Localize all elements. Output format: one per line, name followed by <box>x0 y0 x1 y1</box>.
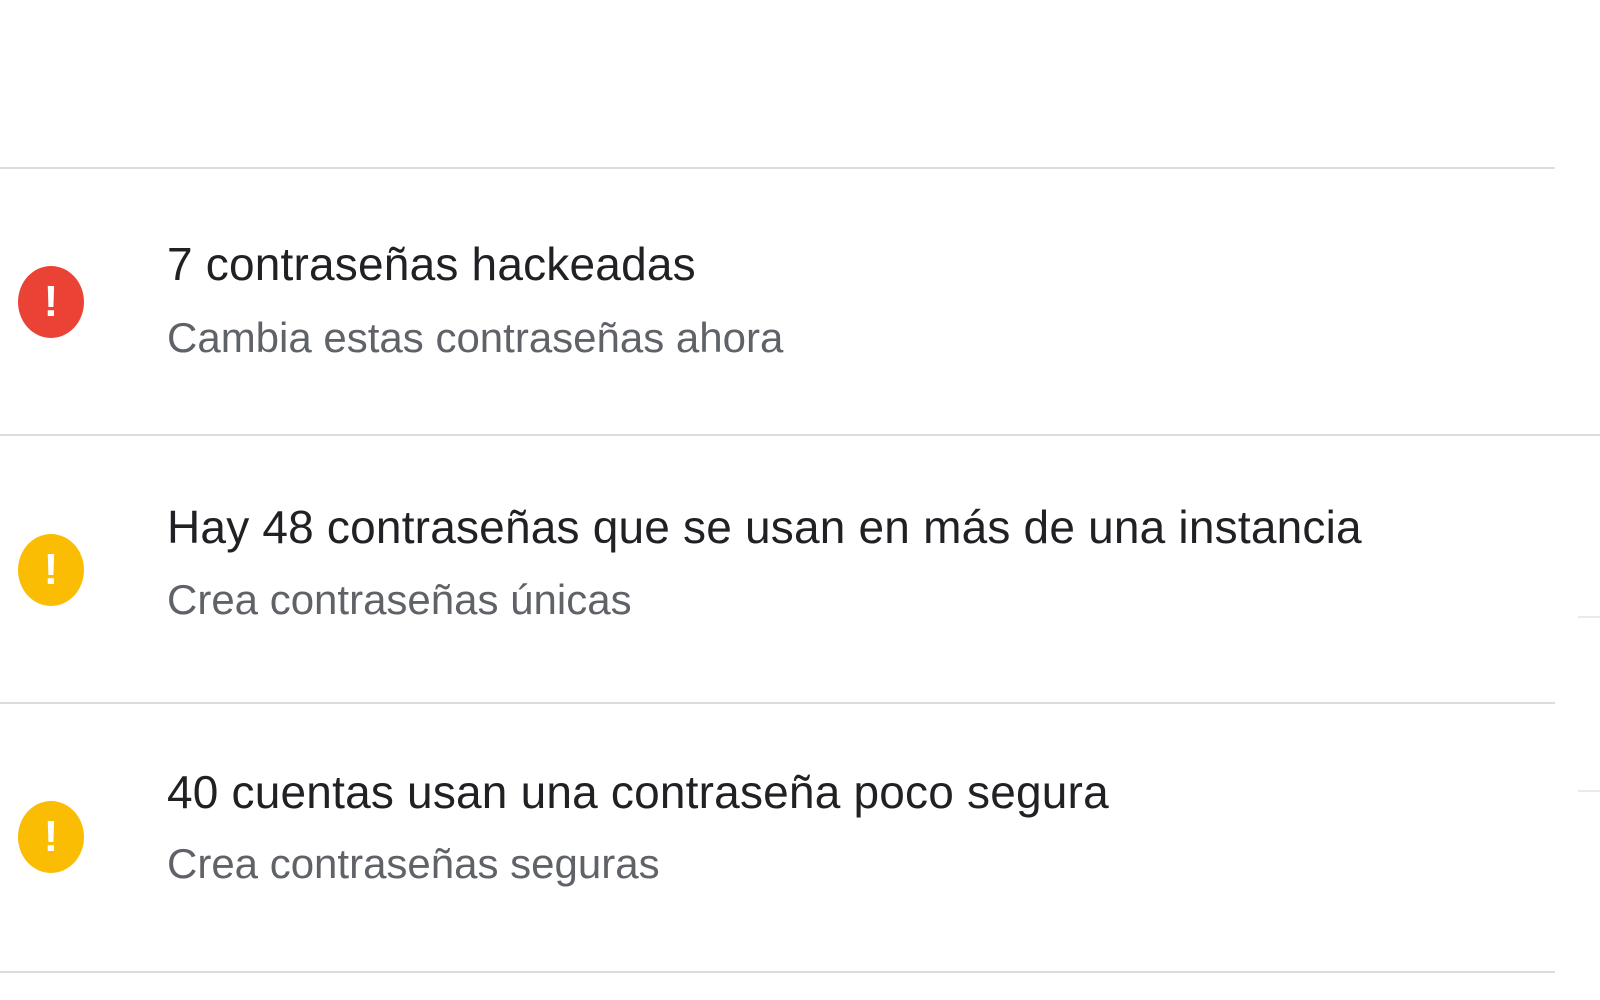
warning-icon: ! <box>18 534 84 606</box>
header-area <box>0 0 1600 168</box>
issue-title: Hay 48 contraseñas que se usan en más de… <box>167 501 1362 553</box>
password-checkup-page: ! 7 contraseñas hackeadas Cambia estas c… <box>0 0 1600 1000</box>
issue-subtitle: Crea contraseñas seguras <box>167 840 660 887</box>
issue-subtitle: Crea contraseñas únicas <box>167 576 632 623</box>
divider <box>0 971 1555 973</box>
issue-row-compromised[interactable]: ! 7 contraseñas hackeadas Cambia estas c… <box>0 169 1600 434</box>
scroll-edge-line <box>1578 790 1600 792</box>
issue-title: 7 contraseñas hackeadas <box>167 238 696 290</box>
warning-icon: ! <box>18 801 84 873</box>
issue-title: 40 cuentas usan una contraseña poco segu… <box>167 766 1109 818</box>
issue-row-reused[interactable]: ! Hay 48 contraseñas que se usan en más … <box>0 436 1600 701</box>
issue-row-weak[interactable]: ! 40 cuentas usan una contraseña poco se… <box>0 704 1600 969</box>
issue-subtitle: Cambia estas contraseñas ahora <box>167 314 784 361</box>
scroll-edge-line <box>1578 616 1600 618</box>
error-icon: ! <box>18 266 84 338</box>
